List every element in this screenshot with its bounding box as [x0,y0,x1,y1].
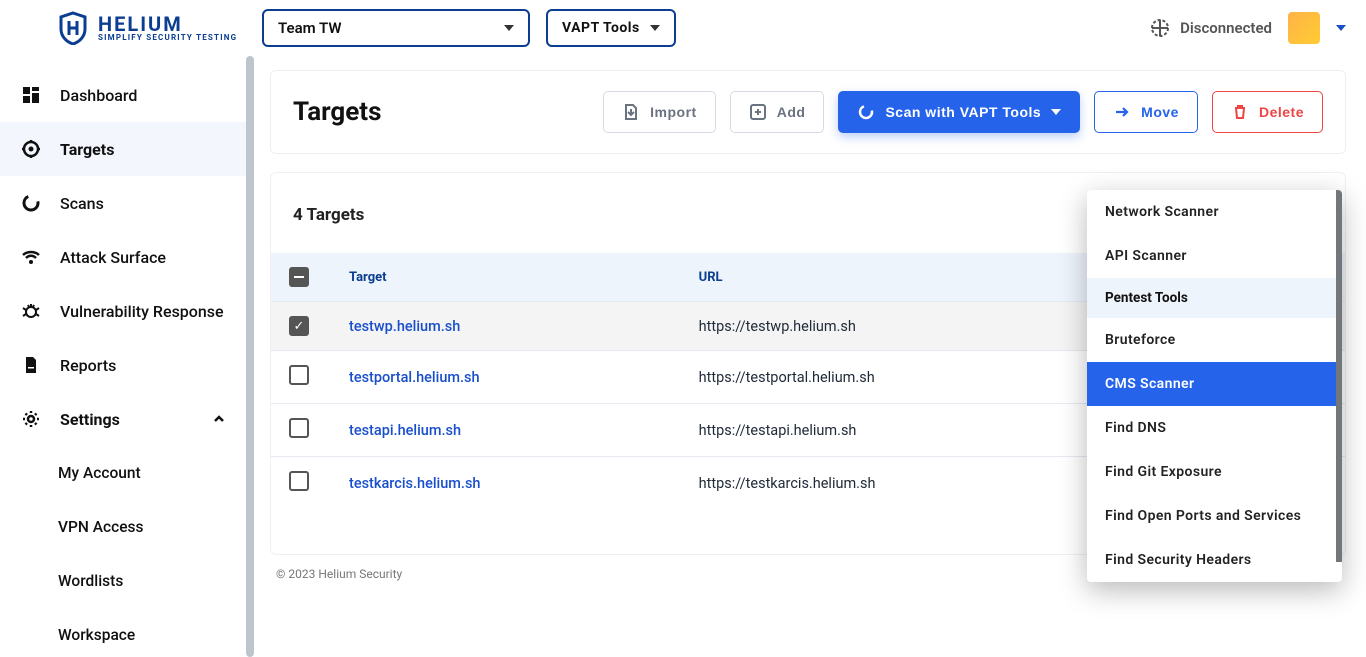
tools-selector[interactable]: VAPT Tools [546,9,676,47]
menu-section-header: Pentest Tools [1087,278,1342,318]
menu-item-bruteforce[interactable]: Bruteforce [1087,318,1342,362]
url-cell: https://testkarcis.helium.sh [681,457,1125,510]
shield-icon [58,11,88,45]
page-header: Targets Import Add [270,70,1346,154]
scan-dropdown-menu: Network ScannerAPI ScannerPentest ToolsB… [1087,190,1342,582]
sidebar-item-settings[interactable]: Settings [0,392,246,446]
sidebar-item-workspace[interactable]: Workspace [0,608,246,657]
add-button[interactable]: Add [730,91,825,133]
url-cell: https://testapi.helium.sh [681,404,1125,457]
avatar[interactable] [1288,12,1320,44]
brand-logo[interactable]: HELIUM SIMPLIFY SECURITY TESTING [0,11,246,45]
sidebar-item-label: Dashboard [60,86,137,105]
sidebar-item-label: Settings [60,410,120,429]
connection-label: Disconnected [1180,19,1272,37]
wifi-icon [20,247,42,267]
target-link[interactable]: testwp.helium.sh [349,318,460,335]
globe-icon [1150,18,1170,38]
sidebar-item-label: Vulnerability Response [60,302,224,321]
brand-name: HELIUM [98,14,237,34]
select-all-checkbox[interactable] [289,267,309,287]
delete-button[interactable]: Delete [1212,91,1323,133]
sidebar-item-my-account[interactable]: My Account [0,446,246,500]
move-button[interactable]: Move [1094,91,1198,133]
targets-count-label: 4 Targets [293,205,364,225]
row-checkbox[interactable] [289,365,309,385]
team-selector[interactable]: Team TW [262,9,530,47]
sidebar-item-label: Workspace [58,626,135,644]
row-checkbox[interactable]: ✓ [289,316,309,336]
sidebar-item-label: My Account [58,464,141,482]
topbar: HELIUM SIMPLIFY SECURITY TESTING Team TW… [0,0,1366,56]
team-selector-label: Team TW [278,19,342,37]
trash-icon [1231,103,1249,121]
target-link[interactable]: testkarcis.helium.sh [349,475,480,492]
import-button[interactable]: Import [603,91,716,133]
tools-selector-label: VAPT Tools [562,20,640,36]
sidebar-item-label: Attack Surface [60,248,166,267]
arrow-right-icon [1113,103,1131,121]
sidebar-item-reports[interactable]: Reports [0,338,246,392]
sidebar: Dashboard Targets Scans Attack Surface Vulne… [0,56,246,657]
menu-item-find-dns[interactable]: Find DNS [1087,406,1342,450]
menu-item-find-git-exposure[interactable]: Find Git Exposure [1087,450,1342,494]
sidebar-item-label: VPN Access [58,518,143,536]
menu-item-cms-scanner[interactable]: CMS Scanner [1087,362,1342,406]
connection-status: Disconnected [1150,18,1272,38]
target-link[interactable]: testapi.helium.sh [349,422,461,439]
col-url[interactable]: URL [681,253,1125,302]
url-cell: https://testportal.helium.sh [681,351,1125,404]
chevron-down-icon [504,25,514,31]
target-icon [20,139,42,159]
scan-icon [20,193,42,213]
sidebar-item-label: Scans [60,194,104,213]
spinner-icon [857,103,875,121]
chevron-down-icon[interactable] [1336,25,1346,31]
sidebar-item-wordlists[interactable]: Wordlists [0,554,246,608]
sidebar-item-label: Targets [60,140,114,159]
url-cell: https://testwp.helium.sh [681,302,1125,351]
row-checkbox[interactable] [289,418,309,438]
target-link[interactable]: testportal.helium.sh [349,369,480,386]
sidebar-item-label: Wordlists [58,572,123,590]
sidebar-item-attack-surface[interactable]: Attack Surface [0,230,246,284]
page-title: Targets [293,97,381,127]
sidebar-item-vpn-access[interactable]: VPN Access [0,500,246,554]
scan-button[interactable]: Scan with VAPT Tools [838,91,1080,133]
chevron-down-icon [650,25,660,31]
menu-item-find-open-ports-and-services[interactable]: Find Open Ports and Services [1087,494,1342,538]
plus-icon [749,103,767,121]
action-bar: Import Add Scan with VAPT [603,91,1323,133]
sidebar-item-targets[interactable]: Targets [0,122,246,176]
menu-item-api-scanner[interactable]: API Scanner [1087,234,1342,278]
col-target[interactable]: Target [331,253,681,302]
chevron-up-icon [212,412,226,426]
file-icon [20,355,42,375]
menu-item-find-security-headers[interactable]: Find Security Headers [1087,538,1342,582]
sidebar-item-dashboard[interactable]: Dashboard [0,68,246,122]
menu-item-network-scanner[interactable]: Network Scanner [1087,190,1342,234]
brand-tagline: SIMPLIFY SECURITY TESTING [98,34,237,42]
sidebar-item-scans[interactable]: Scans [0,176,246,230]
bug-icon [20,301,42,321]
dashboard-icon [20,85,42,105]
sidebar-item-vulnerability-response[interactable]: Vulnerability Response [0,284,246,338]
sidebar-item-label: Reports [60,356,116,375]
import-icon [622,103,640,121]
row-checkbox[interactable] [289,471,309,491]
gear-icon [20,409,42,429]
chevron-down-icon [1051,109,1061,115]
